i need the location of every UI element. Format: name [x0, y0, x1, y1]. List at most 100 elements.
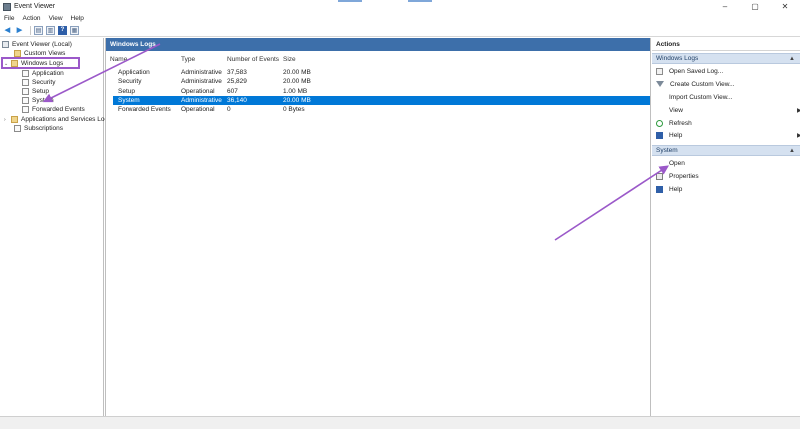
- log-icon: [22, 79, 29, 86]
- tree-item-event-viewer-local[interactable]: Event Viewer (Local): [2, 40, 72, 49]
- action-label: Open: [669, 159, 685, 167]
- action-label: Properties: [669, 172, 699, 180]
- subscriptions-icon: [14, 125, 21, 132]
- column-header-name[interactable]: Name: [110, 56, 127, 63]
- cell-size: 20.00 MB: [283, 97, 311, 104]
- actions-section-windows-logs[interactable]: Windows Logs ▲: [652, 53, 800, 64]
- event-viewer-icon: [2, 41, 9, 48]
- show-action-pane-icon[interactable]: ▦: [70, 25, 79, 35]
- folder-icon: [11, 116, 18, 123]
- open-log-icon: [656, 67, 663, 75]
- menu-view[interactable]: View: [49, 15, 63, 22]
- window-controls: – ▢ ✕: [710, 0, 800, 13]
- cell-name: System: [118, 97, 140, 104]
- cell-type: Operational: [181, 88, 215, 95]
- menu-bar: File Action View Help: [0, 13, 800, 24]
- cell-name: Setup: [118, 88, 135, 95]
- expand-chevron-icon[interactable]: ›: [4, 117, 10, 123]
- cell-size: 0 Bytes: [283, 106, 305, 113]
- action-properties[interactable]: Properties: [656, 171, 699, 181]
- cell-name: Application: [118, 69, 150, 76]
- toolbar-separator: [30, 25, 31, 35]
- view-icon: [656, 107, 663, 114]
- annotation-highlight-box: [1, 57, 80, 69]
- column-header-size[interactable]: Size: [283, 56, 296, 63]
- column-header-type[interactable]: Type: [181, 56, 195, 63]
- action-label: Help: [669, 131, 683, 139]
- properties-icon: [656, 172, 663, 180]
- import-icon: [656, 94, 663, 101]
- action-create-custom-view[interactable]: Create Custom View...: [656, 79, 735, 89]
- action-view[interactable]: View ▶: [656, 105, 800, 115]
- help-icon: [656, 185, 663, 193]
- tree-item-applications-and-services-logs[interactable]: › Applications and Services Logs: [4, 115, 111, 124]
- forward-arrow-icon[interactable]: ▶: [15, 26, 24, 35]
- help-icon[interactable]: ?: [58, 25, 67, 35]
- cell-type: Administrative: [181, 69, 222, 76]
- actions-section-system[interactable]: System ▲: [652, 145, 800, 156]
- filter-icon: [656, 81, 664, 87]
- back-arrow-icon[interactable]: ◀: [3, 26, 12, 35]
- cell-size: 20.00 MB: [283, 69, 311, 76]
- show-hide-tree-icon[interactable]: ▥: [46, 25, 55, 35]
- table-row-selected[interactable]: System Administrative 36,140 20.00 MB: [113, 96, 650, 105]
- table-row[interactable]: Forwarded Events Operational 0 0 Bytes: [112, 105, 656, 114]
- action-refresh[interactable]: Refresh: [656, 118, 692, 128]
- cell-events: 25,829: [227, 78, 247, 85]
- minimize-button[interactable]: –: [710, 0, 740, 13]
- menu-help[interactable]: Help: [71, 15, 84, 22]
- close-button[interactable]: ✕: [770, 0, 800, 13]
- cell-name: Forwarded Events: [118, 106, 171, 113]
- action-label: View: [669, 106, 683, 114]
- action-label: Create Custom View...: [670, 80, 735, 88]
- tree-item-security[interactable]: Security: [22, 78, 55, 87]
- tree-item-application[interactable]: Application: [22, 69, 64, 78]
- action-help-system[interactable]: Help: [656, 184, 682, 194]
- action-open-saved-log[interactable]: Open Saved Log...: [656, 66, 723, 76]
- action-open[interactable]: Open: [656, 158, 685, 168]
- action-label: Open Saved Log...: [669, 67, 724, 75]
- refresh-icon: [656, 119, 663, 127]
- action-label: Import Custom View...: [669, 93, 733, 101]
- help-icon: [656, 131, 663, 139]
- up-folder-icon[interactable]: ▤: [34, 25, 43, 35]
- log-icon: [22, 88, 29, 95]
- maximize-button[interactable]: ▢: [740, 0, 770, 13]
- action-label: Help: [669, 185, 683, 193]
- cell-type: Administrative: [181, 78, 222, 85]
- titlebar-accent: [338, 0, 362, 2]
- action-import-custom-view[interactable]: Import Custom View...: [656, 92, 732, 102]
- actions-title: Actions: [652, 38, 800, 51]
- action-help[interactable]: Help ▶: [656, 130, 800, 140]
- tree-item-label: Event Viewer (Local): [12, 41, 72, 48]
- menu-file[interactable]: File: [4, 15, 14, 22]
- collapse-caret-icon[interactable]: ▲: [789, 148, 795, 154]
- column-header-number-of-events[interactable]: Number of Events: [227, 56, 279, 63]
- windows-logs-pane: Windows Logs Name Type Number of Events …: [105, 38, 651, 416]
- section-label: System: [656, 147, 678, 154]
- titlebar-accent: [408, 0, 432, 2]
- cell-events: 607: [227, 88, 238, 95]
- log-icon: [22, 106, 29, 113]
- tree-item-system[interactable]: System: [22, 96, 54, 105]
- cell-size: 1.00 MB: [283, 88, 308, 95]
- tree-item-label: Applications and Services Logs: [21, 116, 112, 123]
- status-bar: [0, 416, 800, 429]
- cell-size: 20.00 MB: [283, 78, 311, 85]
- collapse-caret-icon[interactable]: ▲: [789, 56, 795, 62]
- tree-item-label: Forwarded Events: [32, 106, 85, 113]
- table-row[interactable]: Application Administrative 37,583 20.00 …: [112, 68, 656, 77]
- folder-icon: [14, 50, 21, 57]
- tree-item-label: Custom Views: [24, 50, 66, 57]
- table-row[interactable]: Setup Operational 607 1.00 MB: [112, 87, 656, 96]
- table-row[interactable]: Security Administrative 25,829 20.00 MB: [112, 77, 656, 86]
- open-icon: [656, 160, 663, 167]
- tree-item-subscriptions[interactable]: Subscriptions: [14, 124, 63, 133]
- actions-pane: Actions Windows Logs ▲ Open Saved Log...…: [652, 38, 800, 416]
- tree-item-setup[interactable]: Setup: [22, 87, 49, 96]
- tree-item-forwarded-events[interactable]: Forwarded Events: [22, 105, 85, 114]
- tree-item-label: Application: [32, 70, 64, 77]
- menu-action[interactable]: Action: [22, 15, 40, 22]
- cell-events: 37,583: [227, 69, 247, 76]
- navigation-tree: Event Viewer (Local) Custom Views ⌄ Wind…: [0, 38, 111, 416]
